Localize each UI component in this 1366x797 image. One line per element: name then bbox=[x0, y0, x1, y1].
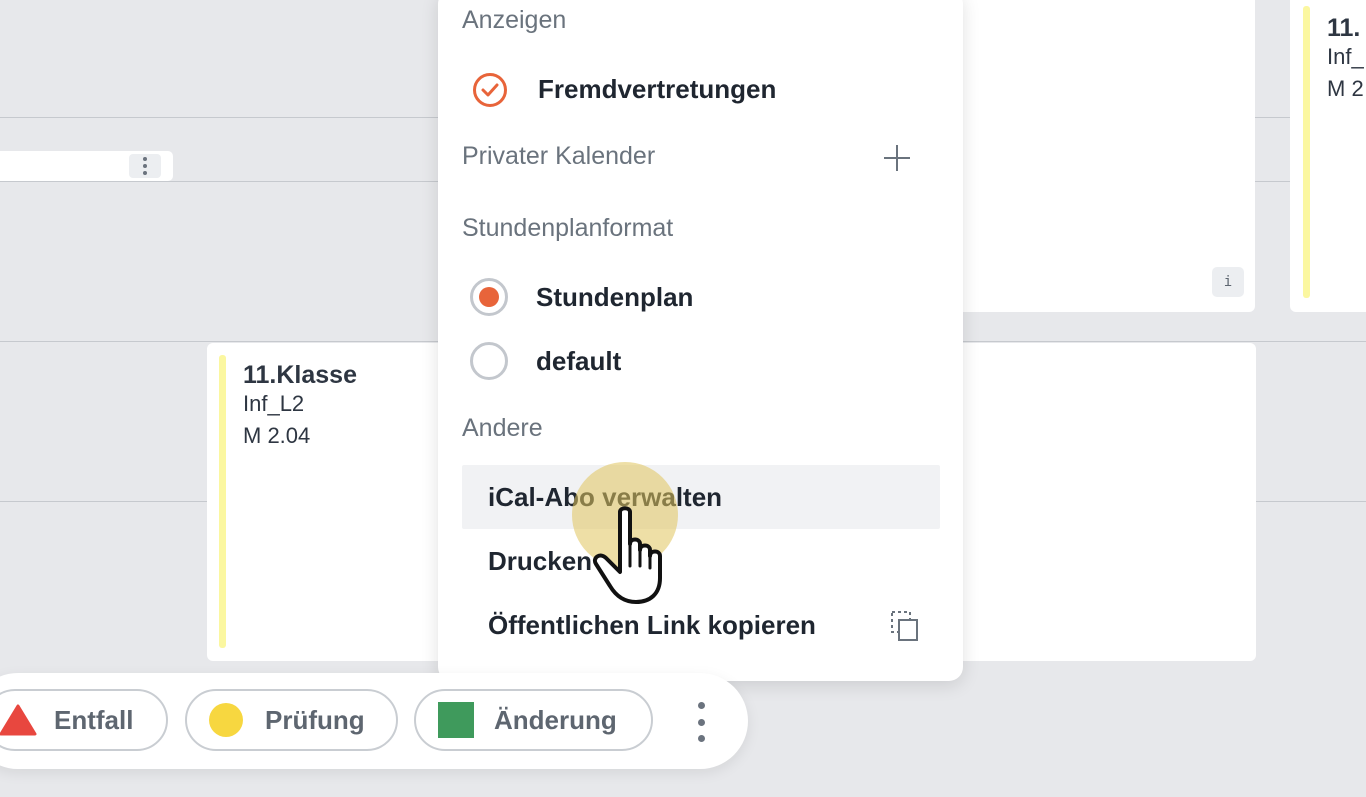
info-icon[interactable]: i bbox=[1212, 267, 1244, 297]
view-options-menu: Anzeigen Fremdvertretungen Privater Kale… bbox=[438, 0, 963, 681]
lesson-color-bar bbox=[219, 355, 226, 648]
collapsed-lesson-card[interactable] bbox=[0, 151, 173, 181]
private-calendar-label: Privater Kalender bbox=[462, 142, 656, 170]
legend-label-cancelled: Entfall bbox=[54, 704, 134, 735]
legend-item-change[interactable]: Änderung bbox=[414, 689, 653, 751]
section-heading-format: Stundenplanformat bbox=[462, 214, 674, 242]
option-external-substitutions[interactable]: Fremdvertretungen bbox=[538, 74, 776, 105]
lesson-room: M 2.04 bbox=[243, 423, 311, 448]
lesson-class: 11. bbox=[1327, 14, 1361, 42]
lesson-room: M 2 bbox=[1327, 76, 1364, 101]
radio-selected-icon[interactable] bbox=[470, 278, 508, 316]
legend-label-exam: Prüfung bbox=[265, 704, 365, 735]
hand-pointer-icon bbox=[593, 506, 662, 604]
menu-item-print[interactable]: Drucken bbox=[488, 546, 592, 577]
lesson-card-top[interactable]: i bbox=[940, 0, 1255, 312]
copy-icon[interactable] bbox=[890, 610, 920, 642]
plus-icon[interactable] bbox=[882, 143, 912, 173]
section-heading-show: Anzeigen bbox=[462, 6, 567, 34]
legend-item-cancelled[interactable]: Entfall bbox=[0, 689, 168, 751]
lesson-card-right[interactable]: 11. Inf_ M 2 bbox=[1290, 0, 1366, 312]
legend-label-change: Änderung bbox=[494, 704, 617, 735]
lesson-subject: Inf_ bbox=[1327, 44, 1364, 69]
legend-item-exam[interactable]: Prüfung bbox=[185, 689, 398, 751]
green-square-icon bbox=[438, 702, 474, 738]
checkmark-circle-icon[interactable] bbox=[473, 73, 507, 107]
section-heading-other: Andere bbox=[462, 414, 543, 442]
radio-unselected-icon[interactable] bbox=[470, 342, 508, 380]
menu-item-copy-link[interactable]: Öffentlichen Link kopieren bbox=[488, 610, 816, 641]
vertical-dots-icon[interactable] bbox=[696, 702, 706, 742]
lesson-color-bar bbox=[1303, 6, 1310, 298]
red-triangle-icon bbox=[0, 704, 37, 736]
format-option-stundenplan[interactable]: Stundenplan bbox=[536, 282, 693, 313]
lesson-subject: Inf_L2 bbox=[243, 391, 305, 416]
lesson-class: 11.Klasse bbox=[243, 361, 357, 389]
card-options-icon[interactable] bbox=[129, 154, 161, 178]
legend-bar: Entfall Prüfung Änderung bbox=[0, 673, 748, 769]
format-option-default[interactable]: default bbox=[536, 346, 621, 377]
yellow-circle-icon bbox=[209, 703, 243, 737]
